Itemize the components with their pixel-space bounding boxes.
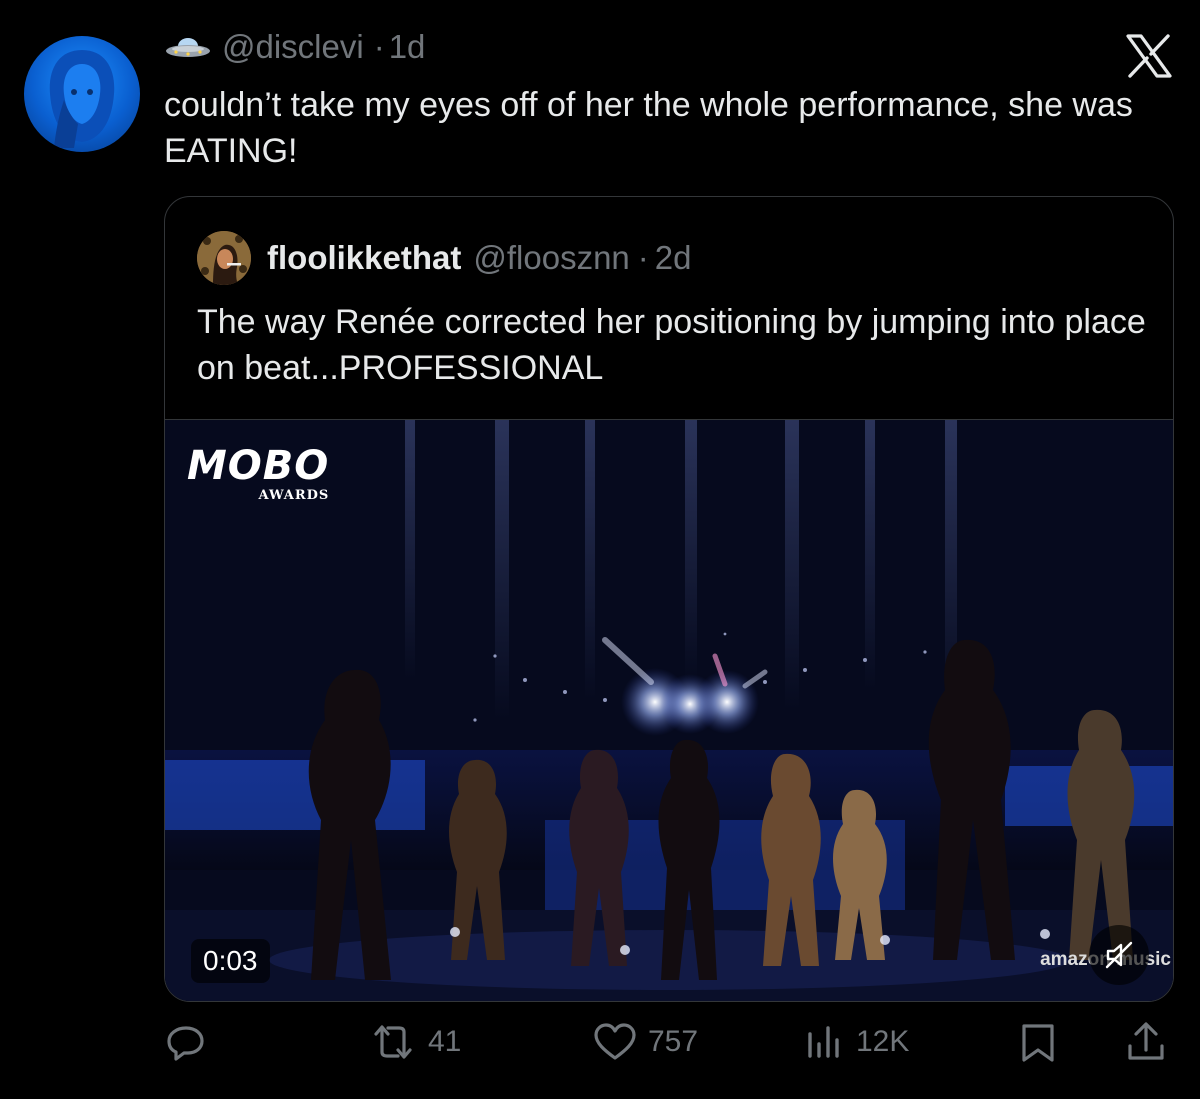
bookmark-button[interactable] bbox=[1016, 1020, 1060, 1064]
share-icon bbox=[1128, 1022, 1164, 1060]
reply-icon bbox=[167, 1026, 204, 1061]
views-button[interactable]: 12K bbox=[802, 1020, 909, 1064]
video-timestamp: 0:03 bbox=[191, 939, 270, 983]
like-count: 757 bbox=[648, 1025, 699, 1058]
author-handle[interactable]: @disclevi bbox=[222, 28, 364, 66]
share-button[interactable] bbox=[1124, 1020, 1168, 1064]
x-logo-icon bbox=[1126, 34, 1172, 78]
action-bar: 41 757 12K bbox=[0, 1020, 1200, 1080]
views-count: 12K bbox=[856, 1025, 910, 1058]
quoted-post-text: The way Renée corrected her positioning … bbox=[197, 303, 1146, 387]
repost-icon bbox=[374, 1025, 412, 1059]
video-frame bbox=[165, 420, 1173, 1001]
quoted-display-name[interactable]: floolikkethat bbox=[267, 239, 461, 277]
quoted-post-time[interactable]: 2d bbox=[655, 239, 692, 277]
quoted-post-header: floolikkethat @floosznn · 2d bbox=[197, 231, 692, 285]
muted-speaker-icon bbox=[1105, 941, 1133, 969]
mobo-logo-word: MOBO bbox=[187, 443, 330, 489]
time-separator: · bbox=[637, 239, 649, 276]
views-icon bbox=[808, 1026, 839, 1058]
post-time[interactable]: 1d bbox=[389, 28, 426, 66]
quoted-author-avatar[interactable] bbox=[197, 231, 251, 285]
author-avatar[interactable] bbox=[24, 36, 140, 152]
ufo-icon bbox=[166, 38, 210, 57]
reply-button[interactable] bbox=[164, 1020, 218, 1064]
avatar-icon bbox=[49, 50, 115, 148]
video-player[interactable]: MOBO AWARDS amazon music 0:03 bbox=[165, 419, 1173, 1001]
post-text: couldn’t take my eyes off of her the who… bbox=[164, 86, 1133, 170]
like-button[interactable]: 757 bbox=[592, 1020, 698, 1064]
mobo-logo: MOBO AWARDS bbox=[187, 446, 329, 503]
quoted-post-card[interactable]: floolikkethat @floosznn · 2d The way Ren… bbox=[164, 196, 1174, 1002]
avatar-icon bbox=[197, 231, 251, 285]
mute-button[interactable] bbox=[1089, 925, 1149, 985]
post-header: @disclevi · 1d bbox=[164, 28, 425, 66]
repost-button[interactable]: 41 bbox=[368, 1020, 461, 1064]
repost-count: 41 bbox=[428, 1025, 462, 1058]
bookmark-icon bbox=[1022, 1024, 1054, 1062]
heart-icon bbox=[594, 1023, 636, 1060]
quoted-handle[interactable]: @floosznn bbox=[473, 239, 629, 277]
mobo-logo-sub: AWARDS bbox=[258, 488, 330, 503]
time-separator: · bbox=[373, 28, 385, 65]
